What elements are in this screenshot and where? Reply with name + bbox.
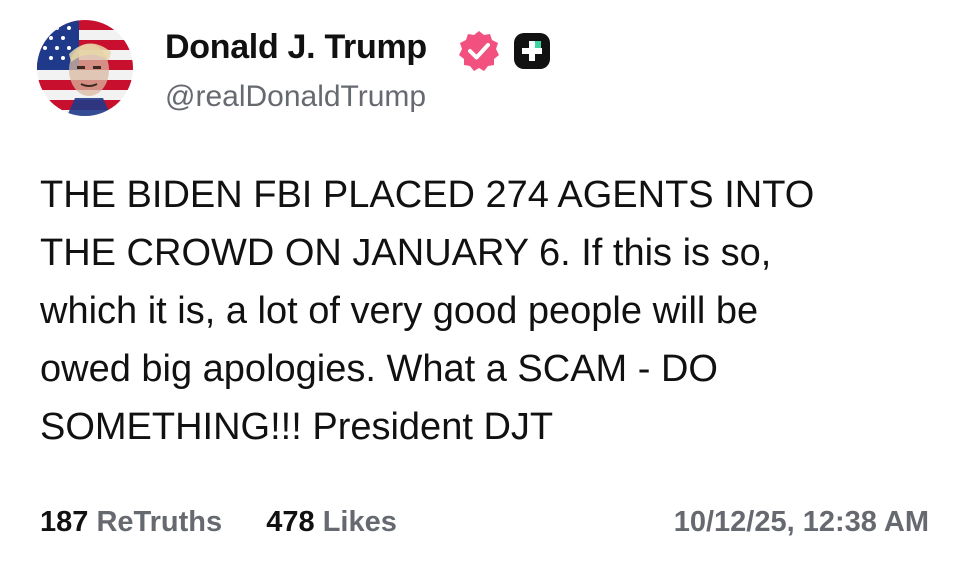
verified-badge-icon <box>457 29 501 73</box>
likes-label: Likes <box>322 506 397 538</box>
retruths-count: 187 <box>40 506 89 538</box>
profile-avatar-image <box>37 20 133 116</box>
post-line: owed big apologies. What a SCAM - DO <box>40 348 718 390</box>
display-name[interactable]: Donald J. Trump <box>165 28 427 67</box>
post-line: THE CROWD ON JANUARY 6. If this is so, <box>40 232 772 274</box>
post-stats: 187 ReTruths 478 Likes <box>40 506 397 539</box>
retruths-label: ReTruths <box>96 506 223 538</box>
likes-stat[interactable]: 478 Likes <box>266 506 397 538</box>
post-timestamp[interactable]: 10/12/25, 12:38 AM <box>674 506 929 539</box>
retruths-stat[interactable]: 187 ReTruths <box>40 506 230 538</box>
avatar[interactable] <box>37 20 133 116</box>
post-line: which it is, a lot of very good people w… <box>40 290 759 332</box>
post-text: THE BIDEN FBI PLACED 274 AGENTS INTO THE… <box>40 166 920 456</box>
plus-badge-icon <box>514 33 550 69</box>
post-line: THE BIDEN FBI PLACED 274 AGENTS INTO <box>40 174 815 216</box>
post-line: SOMETHING!!! President DJT <box>40 406 554 448</box>
likes-count: 478 <box>266 506 315 538</box>
handle[interactable]: @realDonaldTrump <box>165 80 426 114</box>
